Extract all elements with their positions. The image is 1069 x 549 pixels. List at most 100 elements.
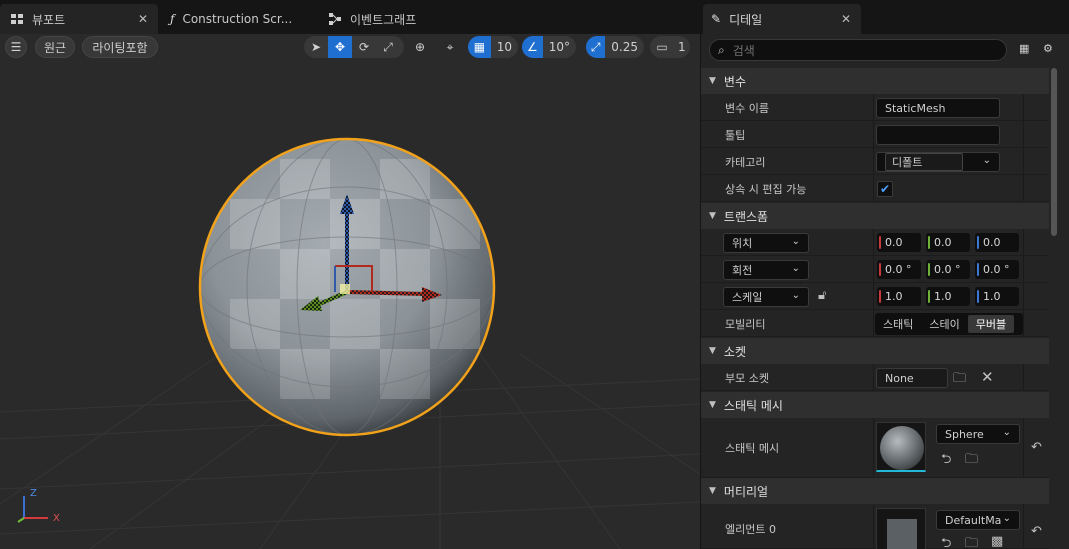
camera-speed-value[interactable]: 1 xyxy=(674,40,690,54)
row-mobility: 모빌리티 스태틱 스테이 무버블 xyxy=(701,310,1049,337)
row-location: 위치 ⌄ 0.0 0.0 0.0 xyxy=(701,229,1049,256)
scale-mode-button[interactable]: ⤢ xyxy=(376,36,400,58)
select-mode-button[interactable]: ➤ xyxy=(304,36,328,58)
section-variables-label: 변수 xyxy=(723,74,747,89)
rotation-dropdown[interactable]: 회전 ⌄ xyxy=(723,260,809,280)
mobility-stationary-option[interactable]: 스테이 xyxy=(921,315,967,333)
mobility-static-option[interactable]: 스태틱 xyxy=(875,315,921,333)
location-z-field[interactable]: 0.0 xyxy=(975,233,1019,252)
scale-icon: ⤢ xyxy=(383,39,393,54)
browse-folder-icon[interactable]: 🗀︎ xyxy=(965,450,978,472)
location-y-field[interactable]: 0.0 xyxy=(926,233,970,252)
static-mesh-value: Sphere xyxy=(945,427,984,441)
scale-arrow-icon: ⤢ xyxy=(590,39,601,54)
translate-mode-button[interactable]: ✥ xyxy=(328,36,352,58)
section-transform[interactable]: ▼ 트랜스폼 xyxy=(701,203,1049,229)
angle-icon: ∠ xyxy=(526,40,538,54)
grid-snap-toggle[interactable]: ▦ xyxy=(468,36,491,58)
rotation-snap-value[interactable]: 10° xyxy=(543,40,576,54)
section-transform-label: 트랜스폼 xyxy=(723,209,769,224)
section-sockets[interactable]: ▼ 소켓 xyxy=(701,338,1049,364)
scale-snap-value[interactable]: 0.25 xyxy=(605,40,644,54)
tooltip-field[interactable] xyxy=(876,125,1000,145)
table-view-icon[interactable]: ▦ xyxy=(1019,42,1029,55)
scale-x-field[interactable]: 1.0 xyxy=(877,287,921,306)
scale-z-field[interactable]: 1.0 xyxy=(975,287,1019,306)
cursor-icon: ➤ xyxy=(310,40,322,54)
world-local-button[interactable]: ⊕ xyxy=(408,36,432,58)
tab-viewport[interactable]: 뷰포트 ✕ xyxy=(0,4,158,34)
section-sockets-label: 소켓 xyxy=(723,344,747,359)
row-tooltip: 툴팁 xyxy=(701,121,1049,148)
camera-speed-button[interactable]: ▭ xyxy=(650,36,674,58)
tab-construction-script[interactable]: ƒ Construction Scr... xyxy=(160,4,310,34)
browse-folder-icon[interactable]: 🗀︎ xyxy=(953,369,966,391)
static-mesh-dropdown[interactable]: Sphere ⌄ xyxy=(936,424,1020,444)
reset-arrow-icon[interactable]: ↶ xyxy=(1031,440,1042,455)
close-icon[interactable]: ✕ xyxy=(841,12,851,26)
globe-icon: ⊕ xyxy=(414,40,426,54)
chevron-down-icon: ⌄ xyxy=(791,290,800,301)
scale-dropdown[interactable]: 스케일 ⌄ xyxy=(723,287,809,307)
gear-icon[interactable]: ⚙ xyxy=(1043,42,1053,55)
use-selected-icon[interactable]: ⮌ xyxy=(941,450,951,472)
surface-snap-button[interactable]: ⌖ xyxy=(438,36,462,58)
category-label: 카테고리 xyxy=(725,155,766,169)
mobility-movable-option[interactable]: 무버블 xyxy=(967,315,1015,333)
parent-socket-field[interactable]: None xyxy=(876,368,948,388)
function-icon: ƒ xyxy=(170,12,175,26)
section-variables[interactable]: ▼ 변수 xyxy=(701,68,1049,94)
rotation-z-field[interactable]: 0.0 ° xyxy=(975,260,1019,279)
use-selected-icon[interactable]: ⮌ xyxy=(941,534,951,549)
perspective-button[interactable]: 원근 xyxy=(35,36,75,58)
location-dropdown[interactable]: 위치 ⌄ xyxy=(723,233,809,253)
editable-checkbox[interactable]: ✔ xyxy=(877,181,893,197)
details-title: 디테일 xyxy=(729,12,763,27)
section-static-mesh[interactable]: ▼ 스태틱 메시 xyxy=(701,392,1049,418)
scale-label: 스케일 xyxy=(732,291,763,304)
rotation-snap-toggle[interactable]: ∠ xyxy=(522,36,543,58)
details-panel: ✎ 디테일 ✕ ⌕ 검색 ▦ ⚙ ▼ 변수 변수 이름 StaticMesh 툴… xyxy=(701,0,1069,549)
browse-folder-icon[interactable]: 🗀︎ xyxy=(965,534,978,549)
search-icon: ⌕ xyxy=(718,42,725,57)
viewport-menu-button[interactable]: ☰ xyxy=(5,36,27,58)
section-materials[interactable]: ▼ 머티리얼 xyxy=(701,478,1049,504)
close-icon[interactable]: ✕ xyxy=(138,12,148,26)
rotate-mode-button[interactable]: ⟳ xyxy=(352,36,376,58)
scale-snap-toggle[interactable]: ⤢ xyxy=(586,36,606,58)
snap-surface-icon: ⌖ xyxy=(446,39,454,54)
level-viewport[interactable]: Z X ☰ 원근 라이팅포함 ➤ ✥ ⟳ ⤢ ⊕ ⌖ ▦ 10 ∠ 10° ⤢ … xyxy=(0,34,700,549)
category-dropdown[interactable]: 디폴트 ⌄ xyxy=(876,152,1000,172)
chevron-down-icon: ⌄ xyxy=(1002,427,1011,438)
collapse-arrow-icon: ▼ xyxy=(709,400,716,410)
row-material-element-0: 엘리먼트 0 DefaultMa ⌄ ⮌ 🗀︎ ▩ ↶ xyxy=(701,504,1049,549)
transform-mode-group: ➤ ✥ ⟳ ⤢ xyxy=(304,36,404,58)
material-thumbnail[interactable] xyxy=(876,508,926,549)
clear-icon[interactable]: ✕ xyxy=(981,368,994,386)
grid-snap-value[interactable]: 10 xyxy=(491,40,518,54)
lighting-mode-button[interactable]: 라이팅포함 xyxy=(82,36,158,58)
lock-icon[interactable]: 🔓︎ xyxy=(818,288,826,303)
variable-name-field[interactable]: StaticMesh xyxy=(876,98,1000,118)
rotate-icon: ⟳ xyxy=(358,40,370,54)
reset-arrow-icon[interactable]: ↶ xyxy=(1031,524,1042,539)
collapse-arrow-icon: ▼ xyxy=(709,346,716,356)
section-static-mesh-label: 스태틱 메시 xyxy=(723,398,783,413)
tab-event-graph-label: 이벤트그래프 xyxy=(350,12,417,27)
hamburger-icon: ☰ xyxy=(10,40,22,54)
rotation-y-field[interactable]: 0.0 ° xyxy=(926,260,970,279)
rotation-x-field[interactable]: 0.0 ° xyxy=(877,260,921,279)
scale-y-field[interactable]: 1.0 xyxy=(926,287,970,306)
search-input[interactable]: ⌕ 검색 xyxy=(709,39,1007,61)
collapse-arrow-icon: ▼ xyxy=(709,486,716,496)
details-scrollbar[interactable] xyxy=(1051,68,1057,236)
location-x-field[interactable]: 0.0 xyxy=(877,233,921,252)
material-dropdown[interactable]: DefaultMa ⌄ xyxy=(936,510,1020,530)
static-mesh-thumbnail[interactable] xyxy=(876,422,926,472)
grid-snap-group: ▦ 10 xyxy=(468,36,518,58)
viewport-scene: Z X xyxy=(0,137,700,549)
tab-details[interactable]: ✎ 디테일 ✕ xyxy=(703,4,861,34)
checkmark-icon: ✔ xyxy=(879,182,891,196)
tab-event-graph[interactable]: 이벤트그래프 xyxy=(318,4,458,34)
checker-icon[interactable]: ▩ xyxy=(991,534,1003,549)
